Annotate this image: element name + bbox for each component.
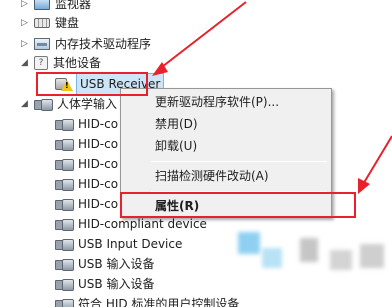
annotation-arrow-line	[157, 1, 247, 71]
annotation-arrow-line	[361, 135, 392, 187]
annotation-arrowhead	[358, 178, 370, 194]
annotation-arrows	[152, 1, 392, 194]
